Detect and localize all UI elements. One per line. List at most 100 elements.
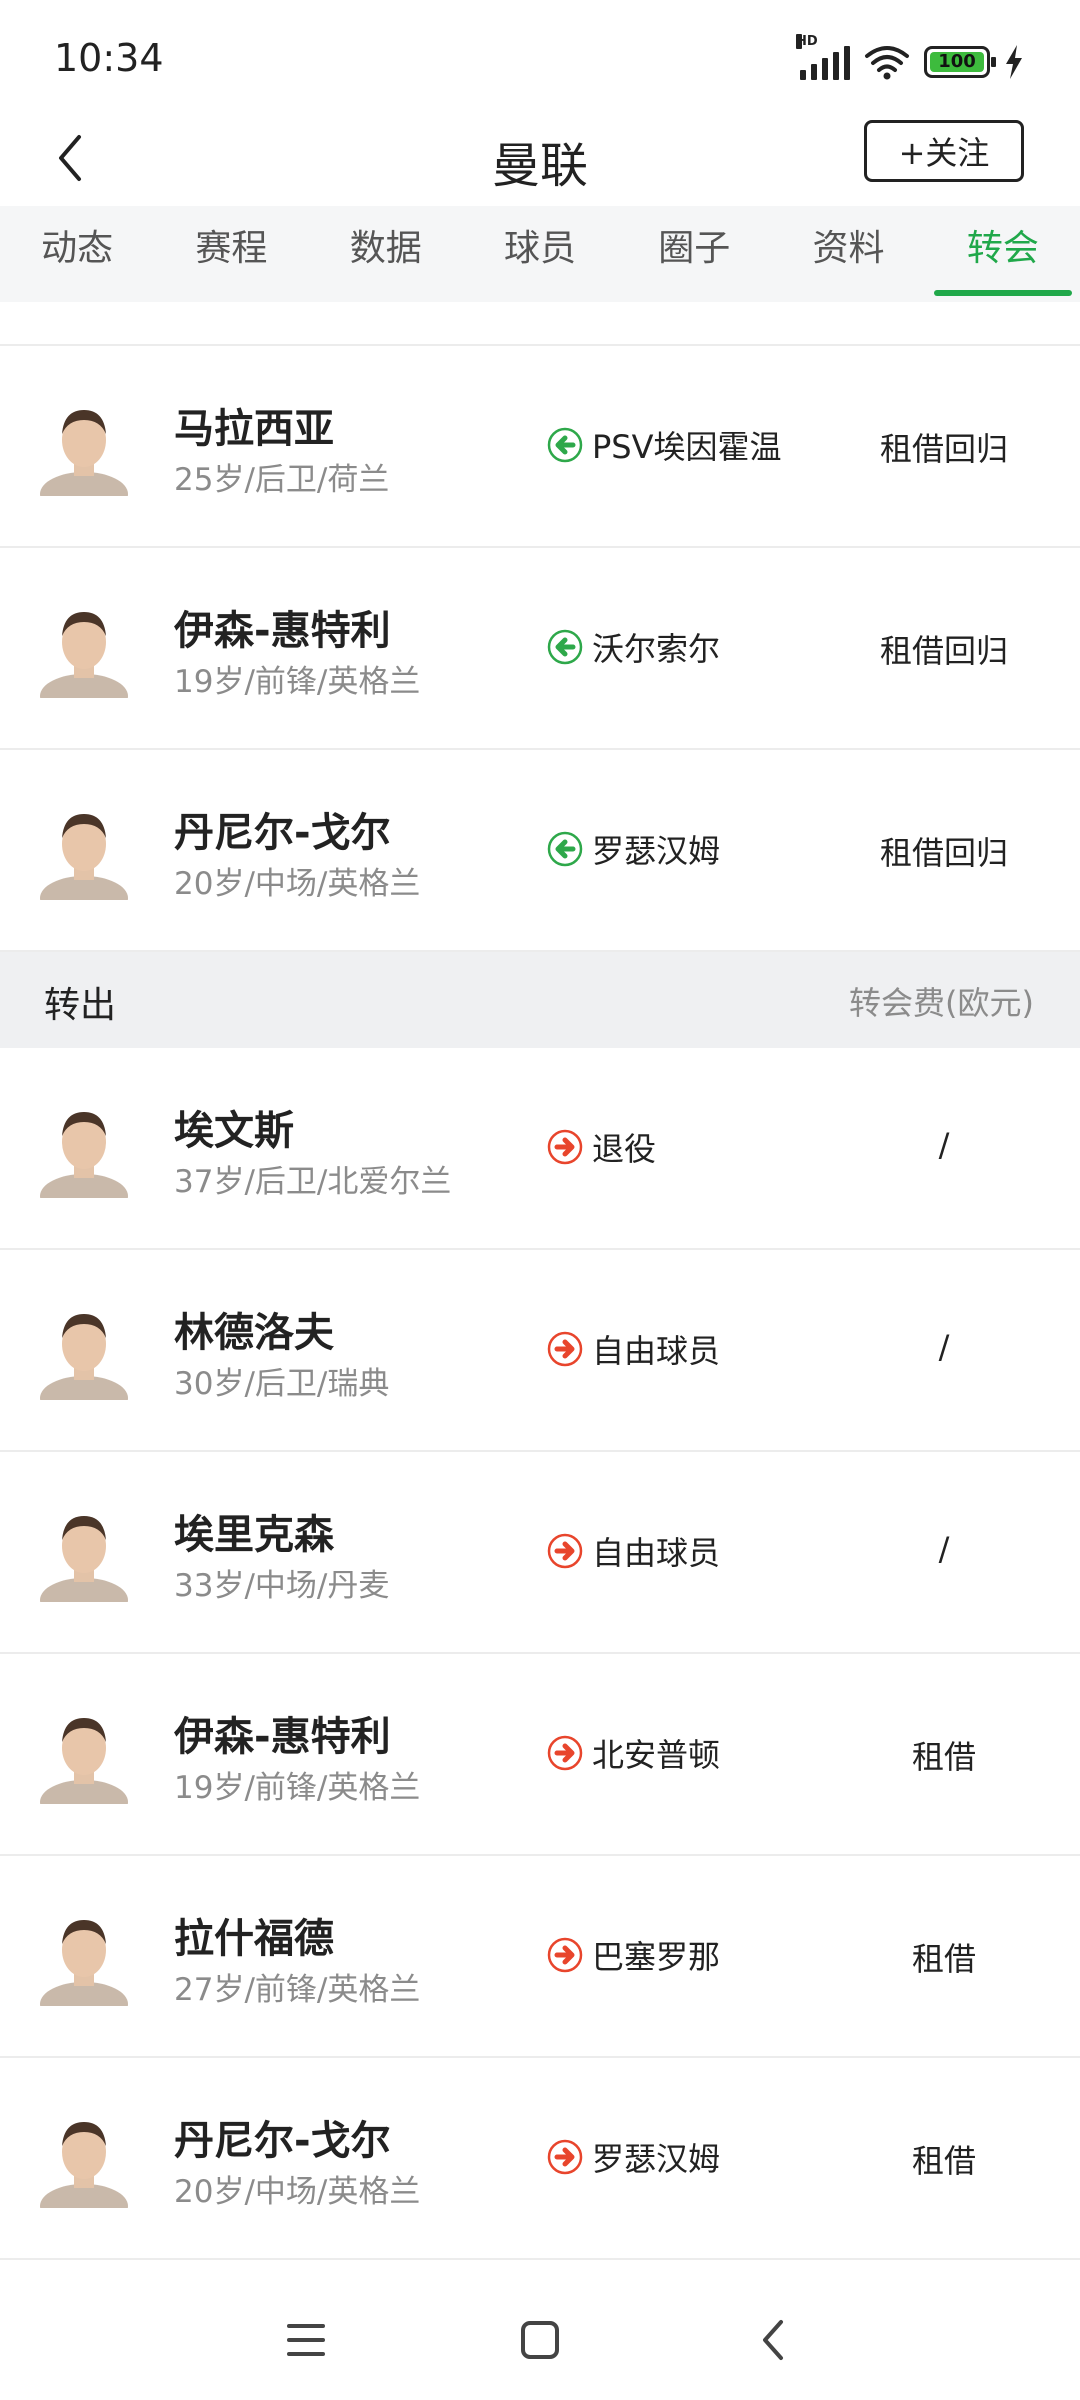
- transfer-row[interactable]: 丹尼尔-戈尔 20岁/中场/英格兰 罗瑟汉姆 租借回归: [0, 750, 1080, 952]
- player-name: 马拉西亚: [174, 406, 334, 452]
- transfer-list: 马拉西亚 25岁/后卫/荷兰 PSV埃因霍温 租借回归 伊森-惠特利 19岁/前锋/英格兰…: [0, 302, 1080, 2260]
- arrow-out-icon: [547, 1735, 583, 1771]
- transfer-row[interactable]: 拉什福德 27岁/前锋/英格兰 巴塞罗那 租借: [0, 1856, 1080, 2058]
- club-name: PSV埃因霍温: [592, 428, 782, 466]
- club-cell: 自由球员: [546, 1326, 720, 1372]
- section-title: 转出: [44, 985, 117, 1026]
- transfer-row[interactable]: 马拉西亚 25岁/后卫/荷兰 PSV埃因霍温 租借回归: [0, 346, 1080, 548]
- arrow-out-icon: [547, 2139, 583, 2175]
- arrow-in-icon: [547, 427, 583, 463]
- transfer-fee: 租借回归: [879, 834, 1008, 872]
- club-cell: 罗瑟汉姆: [546, 826, 720, 872]
- player-name: 林德洛夫: [174, 1310, 334, 1356]
- menu-button[interactable]: [276, 2310, 336, 2370]
- wifi-icon: [865, 46, 909, 80]
- player-name: 拉什福德: [174, 1916, 334, 1962]
- player-meta: 27岁/前锋/英格兰: [174, 1972, 421, 2008]
- transfer-row[interactable]: 伊森-惠特利 19岁/前锋/英格兰 沃尔索尔 租借回归: [0, 548, 1080, 750]
- player-name: 丹尼尔-戈尔: [174, 810, 391, 856]
- player-avatar: [34, 396, 134, 516]
- app-header: 曼联 +关注: [0, 110, 1080, 206]
- club-cell: 沃尔索尔: [546, 624, 720, 670]
- club-name: 自由球员: [592, 1332, 721, 1370]
- arrow-out-icon: [547, 1533, 583, 1569]
- transfer-fee: 租借: [911, 1738, 976, 1776]
- follow-button[interactable]: +关注: [864, 120, 1024, 182]
- hd-badge: HD: [796, 34, 818, 49]
- arrow-out-icon: [547, 1937, 583, 1973]
- player-avatar: [34, 1704, 134, 1824]
- arrow-out-icon: [547, 1129, 583, 1165]
- tab-news[interactable]: 动态: [0, 206, 154, 302]
- player-meta: 25岁/后卫/荷兰: [174, 462, 390, 498]
- player-avatar: [34, 1906, 134, 2026]
- home-button[interactable]: [510, 2310, 570, 2370]
- tab-transfers[interactable]: 转会: [926, 206, 1080, 302]
- club-name: 自由球员: [592, 1534, 721, 1572]
- player-meta: 30岁/后卫/瑞典: [174, 1366, 390, 1402]
- tab-players[interactable]: 球员: [463, 206, 617, 302]
- fee-column-header: 转会费(欧元): [849, 984, 1034, 1022]
- transfer-fee: /: [938, 1530, 950, 1568]
- club-name: 罗瑟汉姆: [592, 2140, 721, 2178]
- player-avatar: [34, 800, 134, 920]
- tab-info[interactable]: 资料: [771, 206, 925, 302]
- player-meta: 19岁/前锋/英格兰: [174, 1770, 421, 1806]
- arrow-in-icon: [547, 831, 583, 867]
- player-name: 伊森-惠特利: [174, 1714, 391, 1760]
- transfer-row[interactable]: 林德洛夫 30岁/后卫/瑞典 自由球员 /: [0, 1250, 1080, 1452]
- club-cell: PSV埃因霍温: [546, 422, 782, 468]
- arrow-out-icon: [547, 1331, 583, 1367]
- player-avatar: [34, 2108, 134, 2228]
- system-back-button[interactable]: [742, 2310, 802, 2370]
- tab-schedule[interactable]: 赛程: [154, 206, 308, 302]
- chevron-left-icon: [763, 2320, 783, 2360]
- player-name: 丹尼尔-戈尔: [174, 2118, 391, 2164]
- transfer-fee: /: [938, 1126, 950, 1164]
- player-avatar: [34, 1300, 134, 1420]
- transfer-fee: 租借: [911, 2142, 976, 2180]
- club-name: 退役: [592, 1130, 657, 1168]
- player-avatar: [34, 1098, 134, 1218]
- player-meta: 20岁/中场/英格兰: [174, 866, 421, 902]
- club-cell: 自由球员: [546, 1528, 720, 1574]
- player-meta: 33岁/中场/丹麦: [174, 1568, 390, 1604]
- club-name: 沃尔索尔: [592, 630, 721, 668]
- player-meta: 37岁/后卫/北爱尔兰: [174, 1164, 452, 1200]
- club-name: 巴塞罗那: [592, 1938, 721, 1976]
- tab-community[interactable]: 圈子: [617, 206, 771, 302]
- club-cell: 退役: [546, 1124, 656, 1170]
- player-name: 埃里克森: [174, 1512, 334, 1558]
- player-avatar: [34, 1502, 134, 1622]
- player-meta: 20岁/中场/英格兰: [174, 2174, 421, 2210]
- player-meta: 19岁/前锋/英格兰: [174, 664, 421, 700]
- transfer-fee: 租借: [911, 1940, 976, 1978]
- club-cell: 北安普顿: [546, 1730, 720, 1776]
- charging-icon: [1006, 45, 1022, 79]
- battery-level: 100: [938, 51, 976, 72]
- tab-stats[interactable]: 数据: [309, 206, 463, 302]
- battery-icon: 100: [924, 46, 996, 78]
- system-nav-bar: [0, 2270, 1080, 2400]
- transfer-row[interactable]: 丹尼尔-戈尔 20岁/中场/英格兰 罗瑟汉姆 租借: [0, 2058, 1080, 2260]
- tab-bar: 动态 赛程 数据 球员 圈子 资料 转会: [0, 206, 1080, 302]
- transfer-row[interactable]: 埃里克森 33岁/中场/丹麦 自由球员 /: [0, 1452, 1080, 1654]
- transfer-row[interactable]: 埃文斯 37岁/后卫/北爱尔兰 退役 /: [0, 1048, 1080, 1250]
- arrow-in-icon: [547, 629, 583, 665]
- transfer-fee: 租借回归: [879, 430, 1008, 468]
- player-name: 伊森-惠特利: [174, 608, 391, 654]
- list-top-divider: [0, 302, 1080, 346]
- club-cell: 罗瑟汉姆: [546, 2134, 720, 2180]
- club-name: 北安普顿: [592, 1736, 721, 1774]
- player-name: 埃文斯: [174, 1108, 294, 1154]
- transfer-row[interactable]: 伊森-惠特利 19岁/前锋/英格兰 北安普顿 租借: [0, 1654, 1080, 1856]
- club-cell: 巴塞罗那: [546, 1932, 720, 1978]
- signal-icon: HD: [796, 34, 850, 80]
- menu-icon: [287, 2324, 325, 2356]
- transfers-in-list: 马拉西亚 25岁/后卫/荷兰 PSV埃因霍温 租借回归 伊森-惠特利 19岁/前锋/英格兰…: [0, 346, 1080, 952]
- club-name: 罗瑟汉姆: [592, 832, 721, 870]
- home-square-icon: [521, 2321, 559, 2359]
- status-time: 10:34: [54, 36, 164, 80]
- transfers-out-list: 埃文斯 37岁/后卫/北爱尔兰 退役 / 林德洛夫 30岁/后卫/瑞典 自由球员 / 埃里克森 3…: [0, 1048, 1080, 2260]
- section-header-out: 转出 转会费(欧元): [0, 952, 1080, 1048]
